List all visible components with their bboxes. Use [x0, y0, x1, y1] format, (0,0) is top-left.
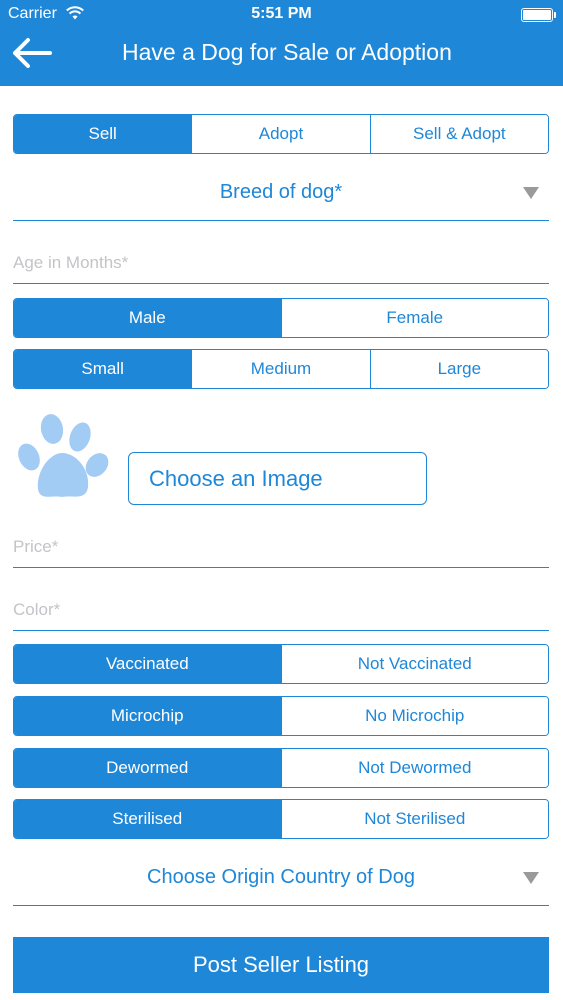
size-selector: Small Medium Large — [13, 349, 549, 389]
origin-country-label: Choose Origin Country of Dog — [147, 866, 415, 888]
listing-type-adopt[interactable]: Adopt — [191, 115, 370, 153]
size-small[interactable]: Small — [14, 350, 192, 388]
age-field — [13, 238, 549, 284]
option-microchip[interactable]: Microchip — [14, 697, 281, 735]
post-listing-button[interactable]: Post Seller Listing — [13, 937, 549, 993]
paw-icon — [18, 414, 109, 497]
status-bar: Carrier 5:51 PM — [0, 0, 563, 30]
vaccination-selector: Vaccinated Not Vaccinated — [13, 644, 549, 684]
listing-type-sell[interactable]: Sell — [14, 115, 192, 153]
age-input[interactable] — [13, 238, 549, 283]
caret-down-icon — [523, 187, 539, 199]
choose-image-button[interactable]: Choose an Image — [128, 452, 427, 505]
option-not-sterilised[interactable]: Not Sterilised — [280, 800, 548, 838]
option-not-vaccinated[interactable]: Not Vaccinated — [280, 645, 548, 683]
listing-type-sell-adopt[interactable]: Sell & Adopt — [369, 115, 548, 153]
option-not-dewormed[interactable]: Not Dewormed — [280, 749, 548, 787]
option-vaccinated[interactable]: Vaccinated — [14, 645, 281, 683]
size-medium[interactable]: Medium — [191, 350, 370, 388]
arrow-left-icon[interactable] — [10, 36, 54, 70]
breed-dropdown-label: Breed of dog* — [219, 181, 343, 203]
option-sterilised[interactable]: Sterilised — [14, 800, 281, 838]
listing-type-selector: Sell Adopt Sell & Adopt — [13, 114, 549, 154]
sex-selector: Male Female — [13, 298, 549, 338]
origin-country-dropdown[interactable]: Choose Origin Country of Dog — [13, 856, 549, 906]
sterilisation-selector: Sterilised Not Sterilised — [13, 799, 549, 839]
caret-down-icon — [523, 872, 539, 884]
nav-header: Have a Dog for Sale or Adoption — [0, 30, 563, 86]
battery-icon — [521, 8, 556, 22]
sex-female[interactable]: Female — [280, 299, 548, 337]
navigation-bar: Carrier 5:51 PM Have a Dog for Sale or A… — [0, 0, 563, 86]
price-input[interactable] — [13, 522, 549, 567]
sex-male[interactable]: Male — [14, 299, 281, 337]
page-title: Have a Dog for Sale or Adoption — [122, 39, 452, 65]
status-time: 5:51 PM — [251, 5, 312, 22]
option-no-microchip[interactable]: No Microchip — [280, 697, 548, 735]
size-large[interactable]: Large — [369, 350, 548, 388]
color-field — [13, 585, 549, 631]
breed-dropdown[interactable]: Breed of dog* — [13, 171, 549, 221]
option-dewormed[interactable]: Dewormed — [14, 749, 281, 787]
deworming-selector: Dewormed Not Dewormed — [13, 748, 549, 788]
price-field — [13, 522, 549, 568]
microchip-selector: Microchip No Microchip — [13, 696, 549, 736]
color-input[interactable] — [13, 585, 549, 630]
